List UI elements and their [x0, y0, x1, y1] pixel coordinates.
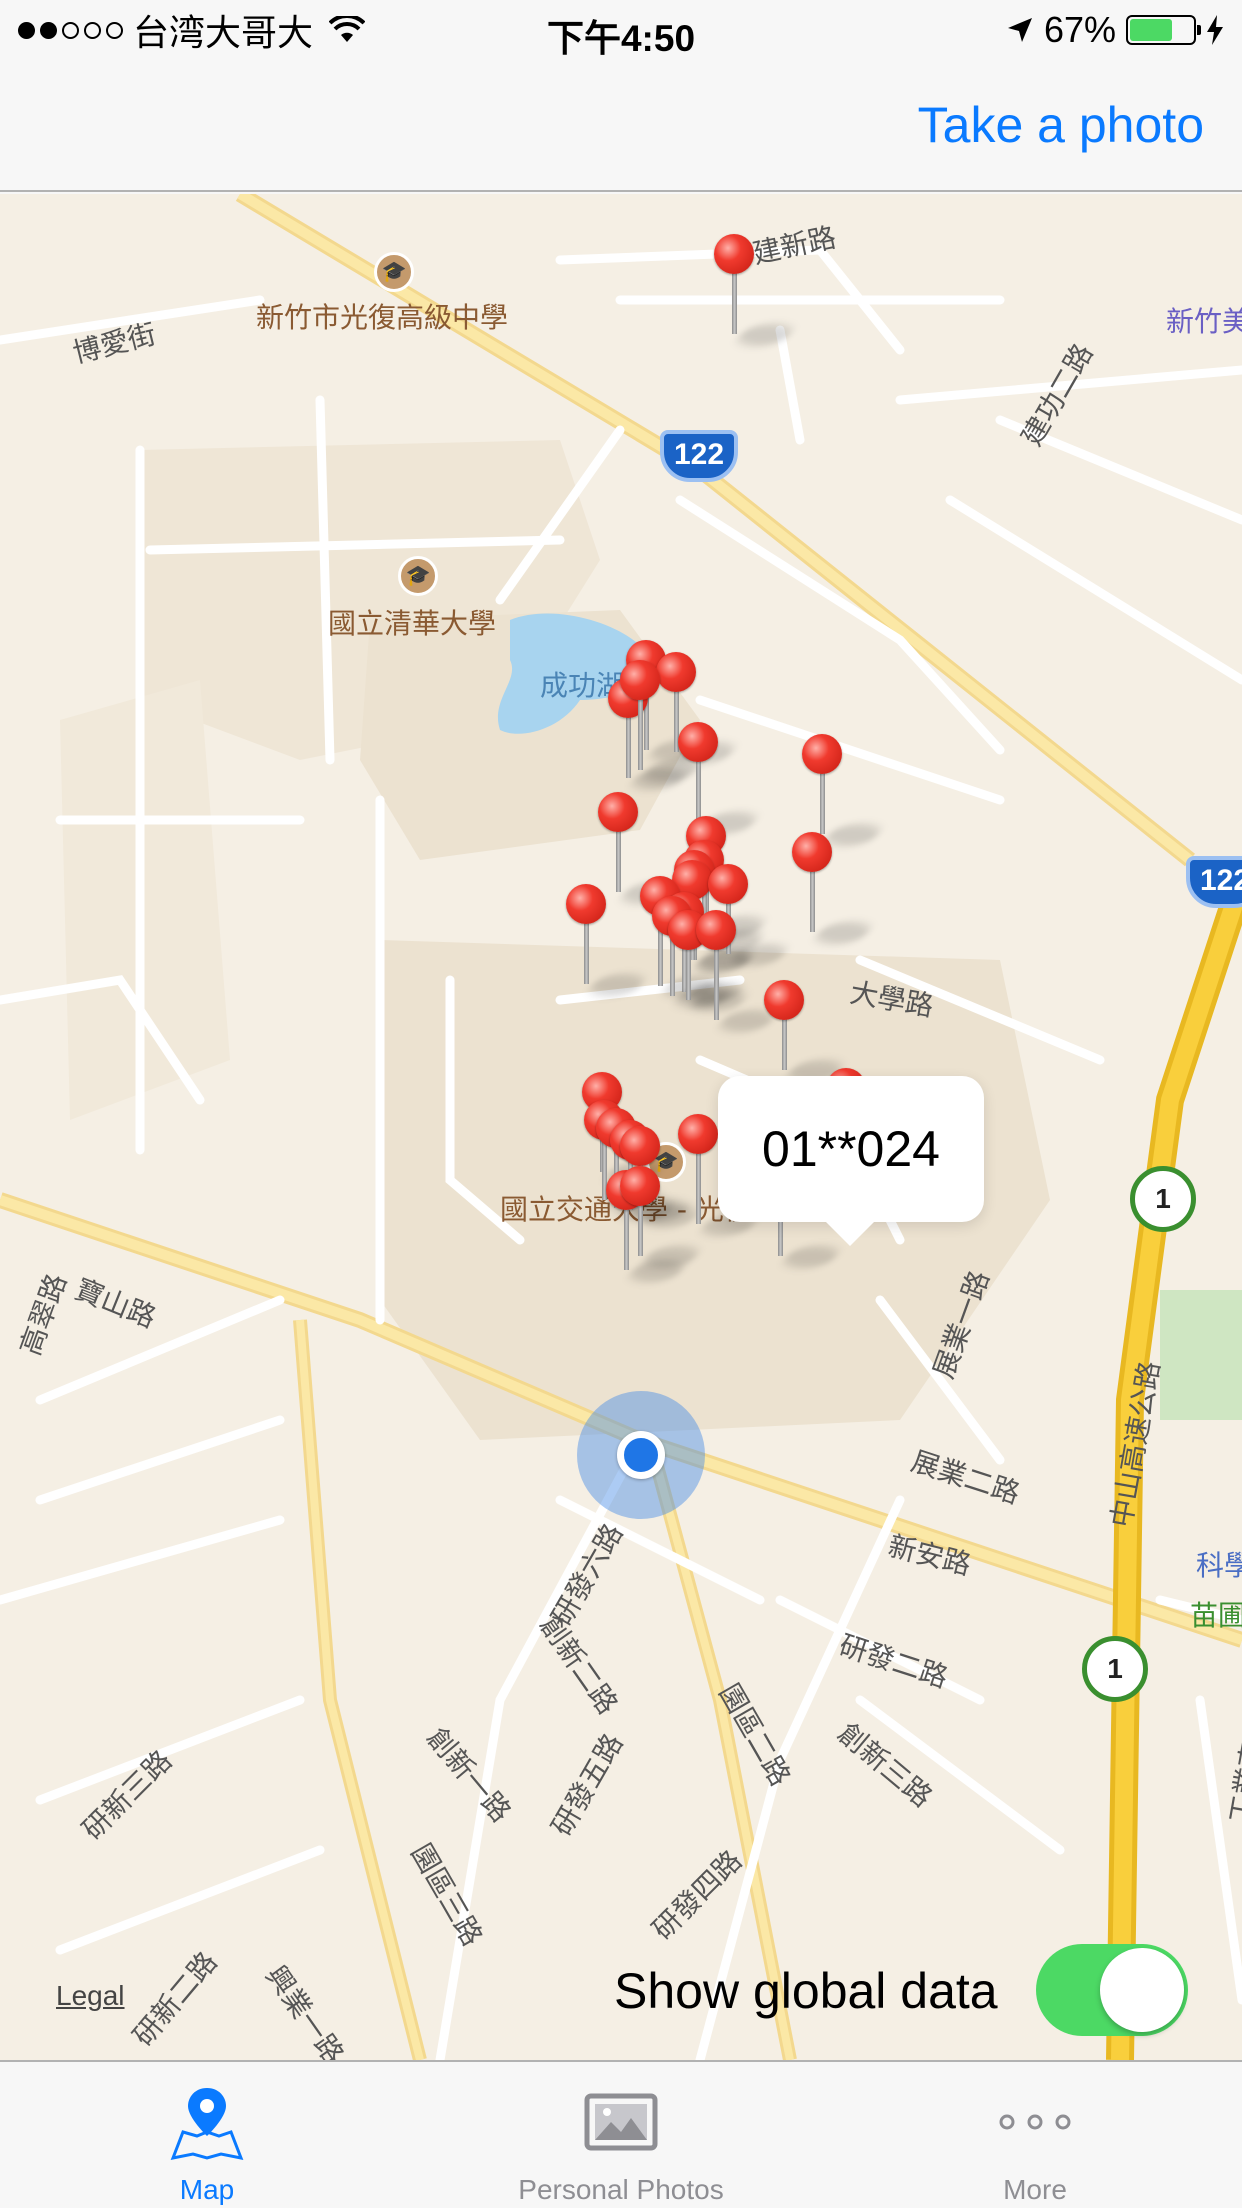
tab-bar: Map Personal Photos More	[0, 2060, 1242, 2208]
user-location-marker	[577, 1391, 705, 1519]
show-global-data-toggle[interactable]	[1036, 1944, 1188, 2036]
pin-head	[678, 722, 718, 762]
user-location-dot	[617, 1431, 665, 1479]
pin-head	[802, 734, 842, 774]
legal-link[interactable]: Legal	[56, 1980, 125, 2012]
status-bar: 台湾大哥大 下午4:50 67%	[0, 0, 1242, 60]
route-1-marker-north: 1	[1130, 1166, 1196, 1232]
battery-fill	[1130, 19, 1172, 41]
place-label: 苗圃	[1190, 1599, 1242, 1632]
battery-icon	[1126, 15, 1201, 45]
pin-head	[620, 1166, 660, 1206]
show-global-data-label: Show global data	[614, 1963, 998, 2019]
tab-personal-photos[interactable]: Personal Photos	[414, 2062, 828, 2208]
pin-head	[714, 234, 754, 274]
take-photo-button[interactable]: Take a photo	[918, 96, 1204, 154]
place-label: 科學	[1196, 1549, 1242, 1582]
pin-head	[620, 1126, 660, 1166]
tab-map[interactable]: Map	[0, 2062, 414, 2208]
pin-head	[764, 980, 804, 1020]
battery-percent: 67%	[1043, 9, 1116, 50]
school-poi-icon: 🎓	[374, 252, 414, 292]
pin-head	[696, 910, 736, 950]
tab-more[interactable]: More	[828, 2062, 1242, 2208]
charging-bolt-icon	[1207, 15, 1223, 45]
tab-label-more: More	[1003, 2174, 1067, 2205]
pin-head	[620, 660, 660, 700]
pin-head	[792, 832, 832, 872]
navigation-bar: Take a photo	[0, 60, 1242, 192]
place-label: 新竹美	[1166, 305, 1242, 338]
pin-head	[656, 652, 696, 692]
pin-head	[678, 1114, 718, 1154]
more-dots-icon	[999, 2114, 1071, 2130]
status-right: 67%	[1006, 8, 1224, 52]
map-pin-icon	[170, 2088, 244, 2161]
pin-head	[598, 792, 638, 832]
photo-frame-icon	[584, 2093, 658, 2151]
highway-122-shield: 122	[660, 430, 738, 482]
pin-head	[708, 864, 748, 904]
place-label: 新竹市光復高級中學	[256, 301, 509, 334]
pin-head	[566, 884, 606, 924]
pin-callout[interactable]: 01**024	[718, 1076, 984, 1246]
tab-label-map: Map	[179, 2174, 235, 2205]
route-1-marker-south: 1	[1082, 1636, 1148, 1702]
university-poi-icon: 🎓	[398, 556, 438, 596]
tab-label-personal-photos: Personal Photos	[518, 2174, 724, 2205]
location-arrow-icon	[1007, 18, 1032, 42]
place-label: 國立清華大學	[328, 607, 497, 640]
toggle-knob	[1100, 1948, 1184, 2032]
map-view[interactable]: 122 122 1 1 🎓 🎓 🎓 新竹市光復高級中學 國立清華大學 成功湖 國…	[0, 194, 1242, 2060]
